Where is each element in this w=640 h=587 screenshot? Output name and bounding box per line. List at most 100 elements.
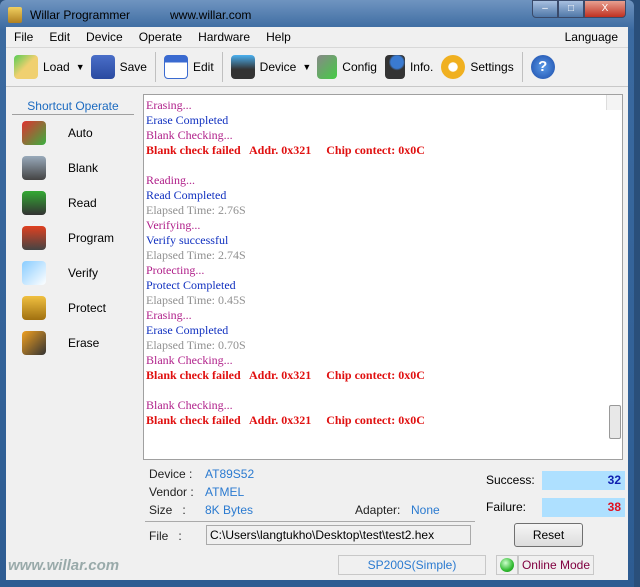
success-label: Success: [486,473,535,487]
info-label: Info. [409,60,434,74]
shortcut-panel: Shortcut Operate Auto Blank Read Program Ver… [8,93,138,548]
device-dropdown[interactable]: ▼ [302,62,311,72]
log-line: Erase Completed [146,323,229,337]
log-scrollbar[interactable] [606,95,622,439]
menu-device[interactable]: Device [78,30,131,44]
erase-icon [22,330,46,355]
device-label: Device : [149,467,193,481]
menu-operate[interactable]: Operate [131,30,190,44]
load-dropdown[interactable]: ▼ [76,62,85,72]
protect-icon [22,295,46,320]
reset-button[interactable]: Reset [514,523,583,547]
log-line: Reading... [146,173,195,187]
log-output: Erasing... Erase Completed Blank Checking.… [143,94,623,460]
config-button[interactable]: Config [317,55,377,79]
online-led [496,555,518,575]
menu-file[interactable]: File [6,30,41,44]
log-line: Blank check failed Addr. 0x321 Chip cont… [146,413,425,427]
log-line: Erasing... [146,308,192,322]
shortcut-program[interactable]: Program [8,220,138,255]
log-line: Blank Checking... [146,128,233,142]
programmer-model: SP200S(Simple) [338,555,486,575]
save-label: Save [119,60,147,74]
device-info-panel: Device : AT89S52 Vendor : ATMEL Size : 8K B… [143,463,475,548]
load-label: Load [43,60,70,74]
auto-icon [22,120,46,145]
title-bar: Willar Programmer www.willar.com [8,4,291,26]
shortcut-label: Erase [68,335,100,350]
menu-language[interactable]: Language [557,30,628,44]
shortcut-title: Shortcut Operate [12,93,134,115]
log-line: Blank Checking... [146,353,233,367]
brand-watermark: www.willar.com [8,556,120,574]
file-path-field[interactable]: C:\Users\langtukho\Desktop\test\test2.he… [206,525,471,545]
shortcut-protect[interactable]: Protect [8,290,138,325]
log-line: Protect Completed [146,278,236,292]
shortcut-verify[interactable]: Verify [8,255,138,290]
close-button[interactable]: X [584,0,626,18]
toolbar: Load ▼ Save Edit Device ▼ Config Info. S… [6,47,628,87]
menu-edit[interactable]: Edit [41,30,78,44]
adapter-label: Adapter: [355,503,401,517]
load-button[interactable]: Load [14,55,70,79]
scrollbar-thumb[interactable] [609,405,621,439]
save-button[interactable]: Save [90,55,147,79]
help-icon: ? [530,55,555,79]
shortcut-label: Verify [68,265,99,280]
program-icon [22,225,46,250]
menu-help[interactable]: Help [258,30,299,44]
device-label: Device [259,60,297,74]
floppy-disk-icon [90,55,115,79]
vendor-value: ATMEL [205,485,245,499]
maximize-button[interactable]: □ [558,0,584,18]
menu-hardware[interactable]: Hardware [190,30,258,44]
log-line: Elapsed Time: 0.45S [146,293,246,307]
size-value: 8K Bytes [205,503,254,517]
config-label: Config [342,60,377,74]
vendor-label: Vendor : [149,485,194,499]
window-title: Willar Programmer [30,8,131,22]
shortcut-label: Blank [68,160,99,175]
settings-button[interactable]: Settings [441,55,514,79]
help-button[interactable]: ? [530,55,555,79]
edit-document-icon [163,55,188,79]
config-gear-icon [317,55,338,79]
shortcut-label: Program [68,230,115,245]
status-bar: www.willar.com SP200S(Simple) Online Mod… [6,552,628,578]
minimize-button[interactable]: – [532,0,558,18]
log-line: Blank check failed Addr. 0x321 Chip cont… [146,143,425,157]
window-url: www.willar.com [170,8,252,22]
device-button[interactable]: Device [230,55,297,79]
blank-icon [22,155,46,180]
shortcut-erase[interactable]: Erase [8,325,138,360]
edit-label: Edit [192,60,214,74]
edit-button[interactable]: Edit [163,55,214,79]
connection-mode: Online Mode [518,555,594,575]
device-value: AT89S52 [205,467,255,481]
log-line: Protecting... [146,263,205,277]
menu-bar: File Edit Device Operate Hardware Help L… [6,27,628,47]
failure-count: 38 [542,498,625,517]
shortcut-auto[interactable]: Auto [8,115,138,150]
shortcut-read[interactable]: Read [8,185,138,220]
log-line: Elapsed Time: 2.74S [146,248,246,262]
success-count: 32 [542,471,625,490]
settings-gear-icon [441,55,466,79]
green-led-icon [500,558,514,572]
read-icon [22,190,46,215]
settings-label: Settings [470,60,514,74]
shortcut-label: Protect [68,300,107,315]
log-line: Blank Checking... [146,398,233,412]
adapter-value: None [411,503,440,517]
shortcut-label: Auto [68,125,93,140]
app-window: Willar Programmer www.willar.com – □ X F… [0,0,634,587]
log-line: Erase Completed [146,113,229,127]
verify-icon [22,260,46,285]
shortcut-blank[interactable]: Blank [8,150,138,185]
info-icon [384,55,405,79]
shortcut-label: Read [68,195,97,210]
info-button[interactable]: Info. [384,55,434,79]
size-label: Size : [149,503,186,517]
